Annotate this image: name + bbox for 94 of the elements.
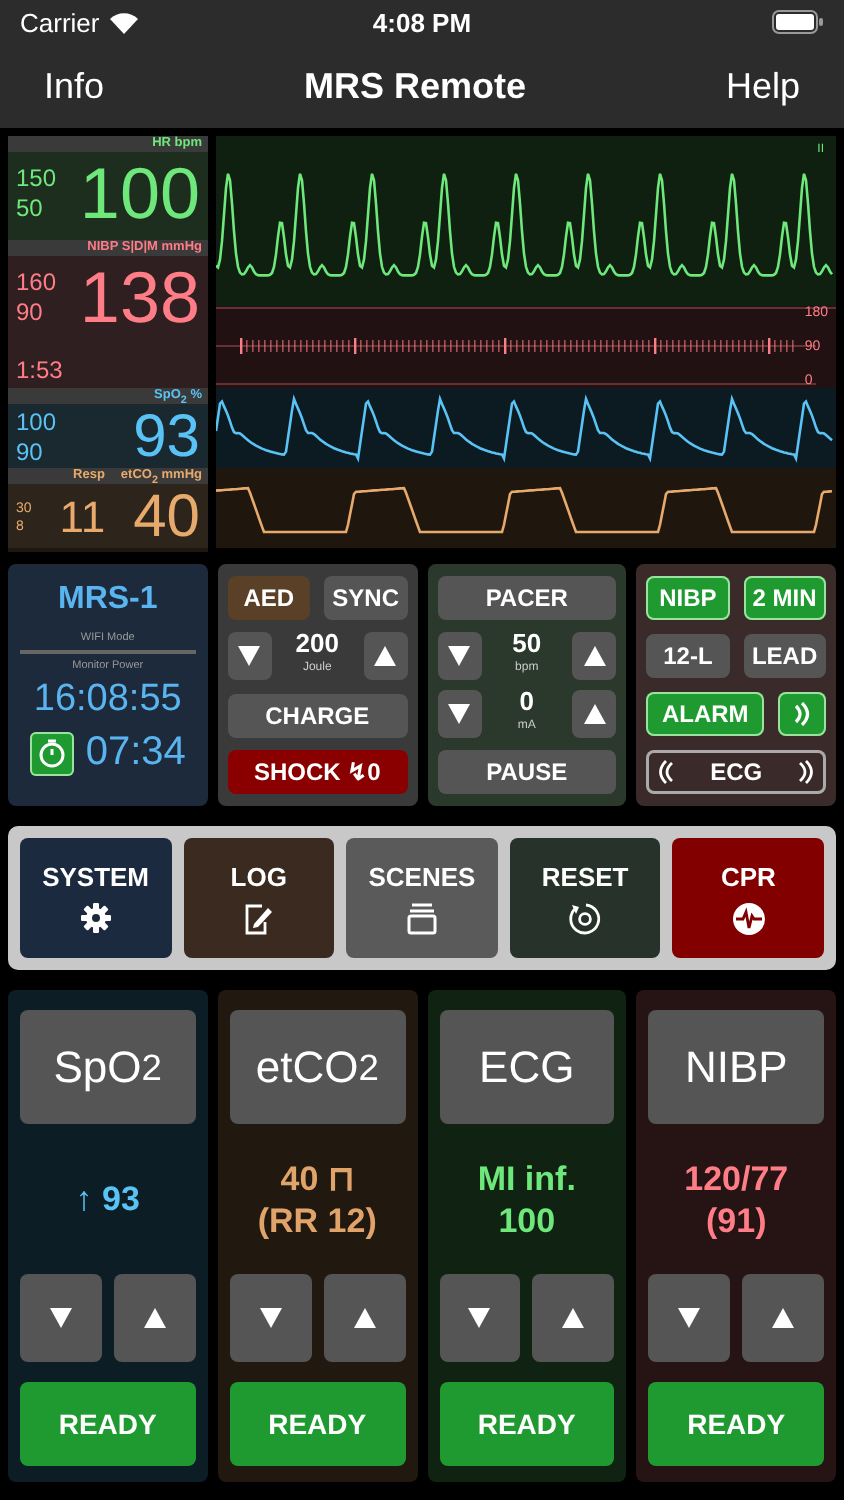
ecg-button[interactable]: ECG [646,750,826,794]
right-wave-icon [797,760,814,784]
up-triangle-icon [772,1308,795,1328]
decrease-button[interactable] [437,690,481,739]
up-triangle-icon [143,1308,166,1328]
toolbar-button[interactable]: RESET [509,838,661,958]
high-limit: 100 [16,408,57,438]
vital-value: 40 [133,488,200,548]
decrease-button[interactable] [227,632,272,681]
info-link[interactable]: Info [44,65,105,107]
up-triangle-icon [583,645,606,666]
sensor-reading: ↑ 93 [75,1178,140,1220]
gear-icon [79,902,112,934]
sensor-button[interactable]: ECG [439,1010,615,1124]
screen-title: MRS Remote [303,65,526,107]
toolbar-button[interactable]: SYSTEM [20,838,172,958]
charge-button[interactable]: CHARGE [227,693,407,738]
ready-button[interactable]: READY [648,1382,824,1466]
sensor-button[interactable]: NIBP [648,1010,824,1124]
clock-time: 16:08:55 [33,678,182,722]
increase-button[interactable] [363,632,407,681]
down-triangle-icon [448,704,470,725]
pacer-value: 50 [512,631,542,656]
decrease-button[interactable] [648,1274,731,1362]
note-edit-icon [242,901,275,935]
low-limit: 50 [16,194,45,224]
pacer-value: 0 [519,690,534,715]
stopwatch-icon [37,738,66,768]
toggle-button[interactable]: 12-L [646,634,730,678]
measure-time: 1:53 [16,356,65,384]
increase-button[interactable] [572,631,617,680]
up-triangle-icon [583,704,606,725]
toolbar-button[interactable]: SCENES [346,838,498,958]
sensor-reading: (RR 12) [257,1199,377,1241]
high-limit: 150 [16,164,57,194]
toggle-button[interactable]: LEAD [743,634,826,678]
battery-icon [772,10,824,34]
decrease-button[interactable] [20,1274,102,1362]
high-limit: 160 [16,268,57,298]
stack-icon [405,901,438,935]
pacer-button[interactable]: PACER [437,576,617,620]
device-name: MRS-1 [57,582,158,618]
sound-wave-icon [792,702,812,726]
sensor-reading: 120/77 [684,1157,789,1199]
wifi-icon [109,11,138,33]
up-triangle-icon [562,1308,585,1328]
low-limit: 90 [16,438,45,468]
sensor-reading: (91) [706,1199,767,1241]
increase-button[interactable] [113,1274,196,1362]
up-triangle-icon [374,646,396,667]
shock-button[interactable]: SHOCK ↯0 [227,749,407,794]
toolbar-button[interactable]: CPR [672,838,824,958]
ready-button[interactable]: READY [439,1382,615,1466]
low-limit: 90 [16,298,45,328]
sensor-reading: 100 [498,1199,556,1241]
vital-value: 100 [79,156,200,232]
down-triangle-icon [678,1308,701,1328]
increase-button[interactable] [323,1274,405,1362]
down-triangle-icon [259,1308,282,1328]
decrease-button[interactable] [437,631,481,680]
mode-button[interactable]: SYNC [324,576,407,620]
energy-value: 200 [295,632,339,657]
down-triangle-icon [238,646,261,667]
sensor-reading: 40 ⊓ [280,1157,354,1199]
down-triangle-icon [448,645,470,666]
down-triangle-icon [468,1308,491,1328]
increase-button[interactable] [572,690,617,739]
decrease-button[interactable] [229,1274,312,1362]
ready-button[interactable]: READY [20,1382,196,1466]
toolbar-button[interactable]: LOG [183,838,335,958]
timer-value: 07:34 [85,730,186,776]
left-wave-icon [658,760,675,784]
pause-button[interactable]: PAUSE [437,749,617,794]
toggle-button[interactable]: 2 MIN [743,576,826,620]
carrier-name: Carrier [20,7,100,37]
mode-button[interactable]: AED [227,576,311,620]
heart-pulse-icon [731,901,766,935]
help-link[interactable]: Help [725,65,800,107]
vital-value: 138 [79,260,200,336]
down-triangle-icon [49,1308,72,1328]
up-triangle-icon [353,1308,376,1328]
increase-button[interactable] [532,1274,615,1362]
resp-value: 11 [59,492,106,544]
sound-button[interactable] [778,692,826,736]
increase-button[interactable] [742,1274,824,1362]
stopwatch-button[interactable] [29,731,74,775]
vital-value: 93 [133,408,200,468]
toggle-button[interactable]: ALARM [646,692,764,736]
reset-icon [568,901,603,935]
clock-time: 4:08 PM [372,7,472,37]
sensor-reading: MI inf. [477,1157,576,1199]
ready-button[interactable]: READY [229,1382,405,1466]
decrease-button[interactable] [439,1274,521,1362]
toggle-button[interactable]: NIBP [646,576,730,620]
